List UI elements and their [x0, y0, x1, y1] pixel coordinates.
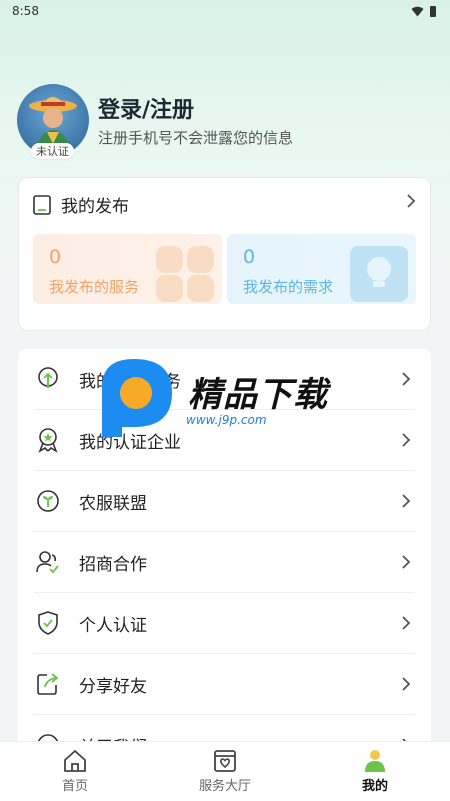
watermark-logo-icon	[102, 359, 172, 437]
status-time: 8:58	[12, 4, 39, 18]
home-icon	[64, 750, 86, 772]
my-publications-card: 我的发布 0 我发布的服务 0 我发布的需求	[18, 177, 431, 331]
menu-item-share-friends[interactable]: 分享好友	[34, 654, 415, 715]
chevron-right-icon	[402, 372, 411, 386]
people-icon	[36, 551, 59, 574]
login-subtitle: 注册手机号不会泄露您的信息	[98, 129, 294, 147]
watermark-url: www.j9p.com	[186, 413, 267, 427]
lightbulb-icon	[350, 246, 408, 302]
tab-service-hall[interactable]: 服务大厅	[150, 742, 300, 801]
tree-icon	[38, 367, 58, 388]
wifi-icon	[411, 6, 424, 16]
chevron-right-icon	[402, 555, 411, 569]
award-icon	[38, 428, 58, 453]
login-register-title[interactable]: 登录/注册	[98, 92, 194, 124]
tab-label: 服务大厅	[198, 779, 251, 794]
clover-icon	[156, 246, 214, 302]
profile-header[interactable]: 未认证 登录/注册 注册手机号不会泄露您的信息	[17, 84, 437, 160]
battery-icon	[430, 5, 436, 17]
menu-label: 分享好友	[79, 676, 147, 697]
watermark-text: 精品下载	[188, 375, 328, 415]
my-needs-label: 我发布的需求	[243, 278, 334, 296]
service-hall-icon	[214, 750, 236, 772]
chevron-right-icon[interactable]	[406, 194, 416, 208]
menu-item-personal-verification[interactable]: 个人认证	[34, 593, 415, 654]
user-icon	[365, 750, 385, 772]
chevron-right-icon	[402, 433, 411, 447]
tab-label: 我的	[361, 779, 388, 794]
chevron-right-icon	[402, 616, 411, 630]
sprout-icon	[37, 490, 59, 512]
my-needs-count: 0	[243, 246, 256, 268]
chevron-right-icon	[402, 677, 411, 691]
tab-mine[interactable]: 我的	[300, 742, 450, 801]
menu-label: 农服联盟	[79, 493, 147, 514]
chevron-right-icon	[402, 494, 411, 508]
menu-item-investment[interactable]: 招商合作	[34, 532, 415, 593]
tab-home[interactable]: 首页	[0, 742, 150, 801]
share-icon	[37, 673, 59, 695]
shield-check-icon	[38, 611, 58, 635]
my-needs-tile[interactable]: 0 我发布的需求	[227, 234, 416, 304]
menu-item-agri-alliance[interactable]: 农服联盟	[34, 471, 415, 532]
my-services-tile[interactable]: 0 我发布的服务	[33, 234, 222, 304]
menu-label: 个人认证	[79, 615, 147, 636]
my-services-label: 我发布的服务	[49, 278, 140, 296]
document-icon	[33, 194, 51, 215]
status-bar: 8:58	[0, 0, 450, 22]
tab-label: 首页	[61, 779, 88, 794]
my-publications-title: 我的发布	[61, 197, 129, 217]
bottom-tab-bar: 首页 服务大厅 我的	[0, 741, 450, 801]
verification-badge: 未认证	[31, 143, 74, 159]
my-services-count: 0	[49, 246, 62, 268]
menu-label: 招商合作	[79, 554, 147, 575]
watermark: 精品下载 www.j9p.com	[98, 357, 358, 441]
my-publications-header[interactable]: 我的发布	[33, 192, 129, 217]
